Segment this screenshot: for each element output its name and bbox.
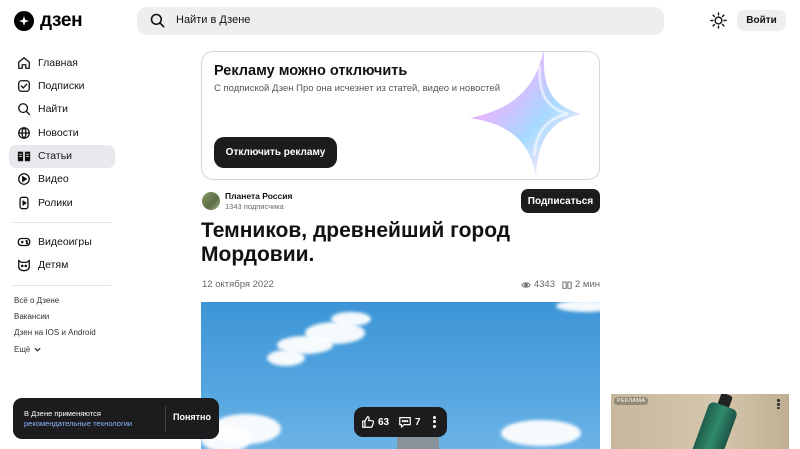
sidebar-item-label: Ролики (38, 196, 73, 209)
notice-link[interactable]: рекомендательные технологии (24, 419, 132, 428)
channel-subscribers: 1343 подписчика (225, 202, 284, 211)
login-button[interactable]: Войти (737, 10, 786, 31)
reactions-bar: 63 7 (354, 407, 447, 437)
footer-link-more[interactable]: Ещё (14, 341, 96, 357)
cloud (556, 302, 600, 312)
thumbs-up-icon (362, 416, 375, 428)
views-count: 4343 (533, 279, 555, 290)
notice-ok-button[interactable]: Понятно (173, 412, 211, 422)
sidebar-item-label: Найти (38, 103, 68, 116)
promo-subtitle: С подпиской Дзен Про она исчезнет из ста… (214, 83, 501, 94)
bottle-image (689, 400, 739, 449)
ad-more-options-button[interactable] (777, 398, 781, 411)
logo-text: дзен (40, 10, 83, 31)
recommendation-notice: В Дзене применяются рекомендательные тех… (13, 398, 219, 439)
news-icon (18, 126, 30, 139)
sidebar-item-video[interactable]: Видео (9, 168, 115, 191)
disable-ads-promo: Рекламу можно отключить С подпиской Дзен… (201, 51, 600, 180)
theme-toggle-sun-icon[interactable] (710, 12, 727, 29)
ad-badge: РЕКЛАМА (614, 397, 649, 405)
subscribe-button[interactable]: Подписаться (521, 189, 600, 213)
read-time: 2 мин (574, 279, 600, 290)
dzen-logo-icon (14, 11, 34, 31)
book-icon (562, 281, 572, 289)
notice-text: В Дзене применяются (24, 409, 101, 418)
article-meta: 4343 2 мин (521, 279, 600, 290)
comments-button[interactable]: 7 (398, 415, 421, 429)
shorts-icon (19, 196, 29, 210)
eye-icon (521, 281, 531, 288)
sidebar-item-articles[interactable]: Статьи (9, 144, 115, 168)
channel-avatar[interactable] (202, 192, 220, 210)
cloud (267, 350, 305, 366)
sidebar-item-videogames[interactable]: Видеоигры (9, 230, 115, 253)
sidebar-divider (13, 222, 111, 224)
sidebar-item-label: Подписки (38, 79, 85, 92)
channel-name[interactable]: Планета Россия (225, 191, 292, 201)
home-icon (18, 56, 30, 69)
side-advertisement[interactable]: РЕКЛАМА (611, 394, 789, 449)
sidebar-item-label: Детям (38, 259, 69, 272)
sidebar-item-label: Статьи (38, 150, 73, 163)
sidebar-divider (13, 284, 111, 286)
sidebar-footer-links: Всё о Дзене Вакансии Дзен на IOS и Andro… (14, 292, 96, 358)
sidebar-item-subscriptions[interactable]: Подписки (9, 74, 115, 97)
article-date: 12 октября 2022 (202, 279, 274, 290)
cloud (501, 420, 581, 446)
sidebar-item-label: Видеоигры (38, 235, 92, 248)
search-bar[interactable]: Найти в Дзене (137, 7, 664, 35)
gamepad-icon (17, 237, 31, 246)
footer-link-jobs[interactable]: Вакансии (14, 308, 96, 324)
video-icon (18, 173, 30, 186)
sparkle-star-icon (470, 52, 582, 176)
promo-title: Рекламу можно отключить (214, 63, 408, 79)
sidebar-item-search[interactable]: Найти (9, 98, 115, 121)
footer-link-about[interactable]: Всё о Дзене (14, 292, 96, 308)
sidebar-item-label: Новости (38, 126, 79, 139)
search-icon (18, 103, 31, 116)
sidebar-item-news[interactable]: Новости (9, 121, 115, 144)
sidebar-item-shorts[interactable]: Ролики (9, 191, 115, 214)
articles-icon (17, 151, 31, 162)
subscriptions-icon (18, 79, 30, 92)
sidebar-item-kids[interactable]: Детям (9, 254, 115, 277)
sidebar-item-label: Главная (38, 56, 78, 69)
article-title: Темников, древнейший город Мордовии. (201, 219, 511, 266)
sidebar-item-label: Видео (38, 173, 69, 186)
footer-link-apps[interactable]: Дзен на IOS и Android (14, 325, 96, 341)
like-button[interactable]: 63 (361, 415, 389, 429)
kids-icon (18, 259, 30, 272)
comments-count: 7 (415, 416, 421, 428)
footer-more-label: Ещё (14, 344, 31, 354)
search-icon (150, 13, 165, 28)
disable-ads-button[interactable]: Отключить рекламу (214, 137, 337, 168)
more-options-button[interactable] (433, 414, 437, 430)
likes-count: 63 (378, 416, 390, 428)
dzen-logo[interactable]: дзен (14, 10, 83, 32)
notice-divider (165, 406, 166, 431)
comment-icon (399, 417, 411, 428)
chevron-down-icon (34, 347, 42, 352)
search-input[interactable]: Найти в Дзене (176, 14, 250, 26)
sidebar-nav: Главная Подписки Найти Новости Статьи Ви… (9, 51, 115, 293)
sidebar-item-home[interactable]: Главная (9, 51, 115, 74)
